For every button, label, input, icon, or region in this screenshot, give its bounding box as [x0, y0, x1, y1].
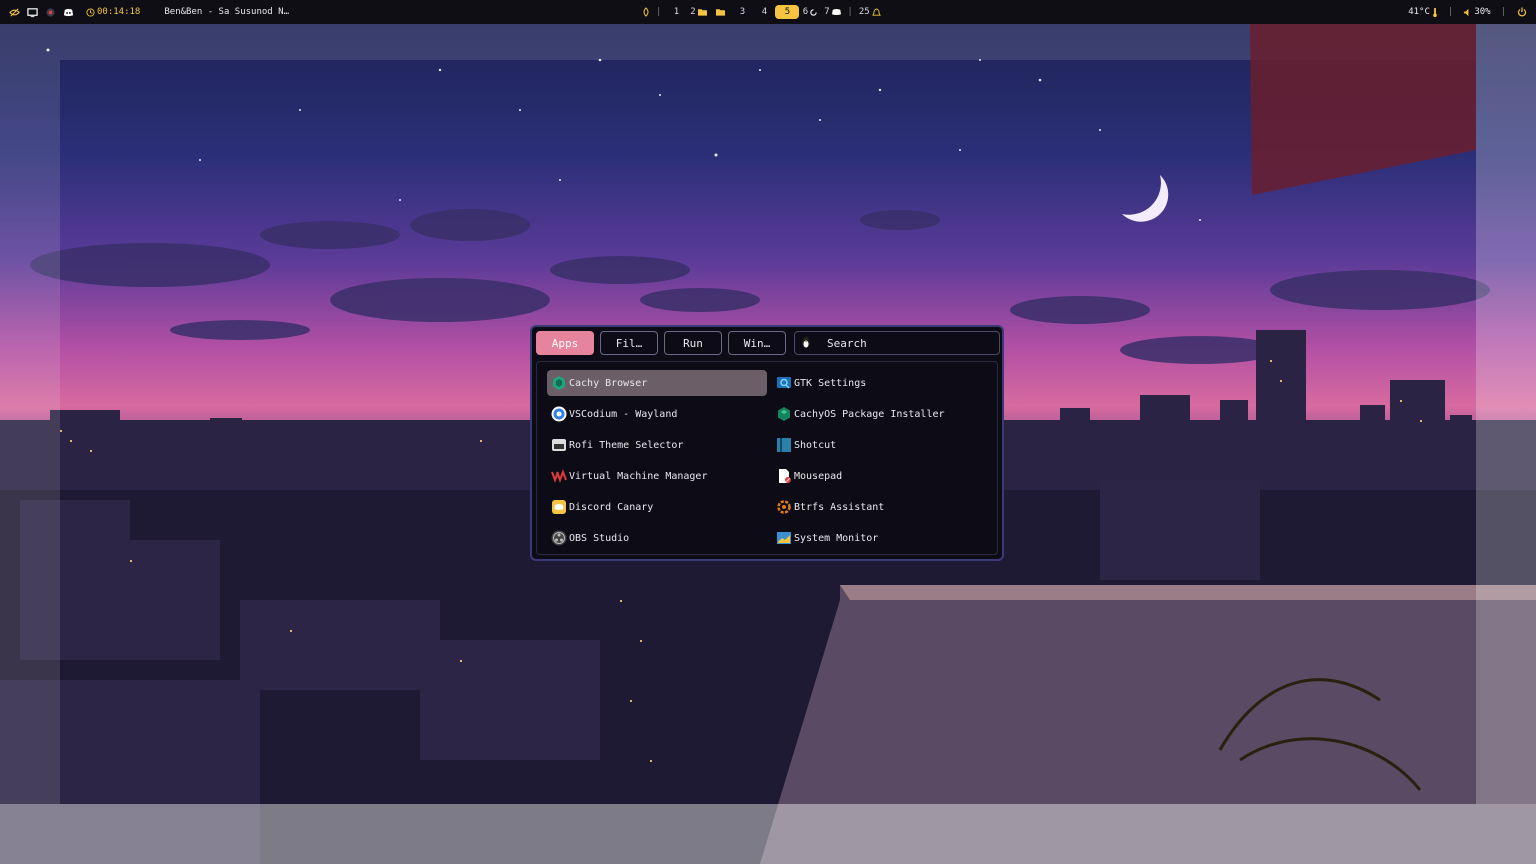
item-label: Cachy Browser: [569, 377, 648, 389]
workspace-5[interactable]: 5: [775, 5, 800, 19]
discord-canary-icon: [551, 499, 567, 515]
workspace-2b[interactable]: [709, 5, 731, 19]
workspace-4-label: 4: [761, 7, 768, 17]
item-label: Btrfs Assistant: [794, 501, 885, 513]
package-installer-icon: [776, 406, 792, 422]
item-label: CachyOS Package Installer: [794, 408, 945, 420]
workspace-2-label: 2: [690, 7, 696, 17]
power-profile-icon[interactable]: [640, 6, 652, 18]
volume-value: 30%: [1474, 7, 1491, 17]
folder-open-icon: [715, 9, 725, 16]
discord-icon: [831, 9, 841, 15]
thermometer-icon: [1433, 7, 1437, 17]
separator: |: [1447, 7, 1454, 17]
list-item-vscodium[interactable]: VSCodium - Wayland: [547, 401, 767, 427]
list-item-discord-canary[interactable]: Discord Canary: [547, 494, 767, 520]
workspace-6[interactable]: 6: [799, 5, 821, 19]
system-monitor-icon: [776, 530, 792, 546]
bell-icon: [871, 7, 881, 16]
workspace-7[interactable]: 7: [821, 5, 843, 19]
workspace-6-label: 6: [802, 7, 809, 17]
volume-icon: [1464, 8, 1469, 16]
eye-off-icon[interactable]: [8, 6, 20, 18]
item-label: OBS Studio: [569, 532, 630, 544]
vmm-icon: [551, 468, 567, 484]
list-item-cachyos-package-installer[interactable]: CachyOS Package Installer: [772, 401, 992, 427]
vscodium-icon: [551, 406, 567, 422]
shotcut-icon: [776, 437, 792, 453]
clock-time: 00:14:18: [97, 7, 141, 17]
item-label: Mousepad: [794, 470, 843, 482]
item-label: System Monitor: [794, 532, 879, 544]
media-title[interactable]: Ben&Ben - Sa Susunod N…: [164, 7, 289, 17]
temperature-value: 41°C: [1408, 7, 1430, 17]
monitor-icon[interactable]: [26, 6, 38, 18]
list-item-system-monitor[interactable]: System Monitor: [772, 525, 992, 551]
list-item-cachy-browser[interactable]: Cachy Browser: [547, 370, 767, 396]
temperature[interactable]: 41°C: [1408, 7, 1438, 17]
workspace-7-label: 7: [824, 7, 830, 17]
item-label: Rofi Theme Selector: [569, 439, 684, 451]
list-item-shotcut[interactable]: Shotcut: [772, 432, 992, 458]
search-label: Search: [827, 336, 867, 350]
tab-apps[interactable]: Apps: [536, 331, 594, 355]
discord-tray-icon[interactable]: [62, 6, 74, 18]
mode-tabs: Apps Fil… Run Win…: [536, 331, 786, 355]
workspace-4[interactable]: 4: [753, 5, 775, 19]
item-label: GTK Settings: [794, 377, 867, 389]
rofi-icon: [551, 437, 567, 453]
list-item-mousepad[interactable]: Mousepad: [772, 463, 992, 489]
list-item-btrfs-assistant[interactable]: Btrfs Assistant: [772, 494, 992, 520]
recording-icon[interactable]: [44, 6, 56, 18]
mousepad-icon: [776, 468, 792, 484]
tab-windows[interactable]: Win…: [728, 331, 786, 355]
tab-files[interactable]: Fil…: [600, 331, 658, 355]
list-item-gtk-settings[interactable]: GTK Settings: [772, 370, 992, 396]
workspace-switcher: | 1 2 3 4 5 6 7 | 25: [640, 0, 883, 24]
list-item-rofi-theme-selector[interactable]: Rofi Theme Selector: [547, 432, 767, 458]
separator: |: [847, 7, 853, 17]
workspace-2[interactable]: 2: [687, 5, 709, 19]
workspace-3-label: 3: [739, 7, 746, 17]
item-label: Virtual Machine Manager: [569, 470, 708, 482]
notification-count: 25: [858, 7, 870, 17]
workspace-1-label: 1: [673, 7, 680, 17]
search-input[interactable]: Search: [794, 331, 1000, 355]
list-item-virtual-machine-manager[interactable]: Virtual Machine Manager: [547, 463, 767, 489]
obs-icon: [551, 530, 567, 546]
tab-run[interactable]: Run: [664, 331, 722, 355]
clock[interactable]: 00:14:18: [86, 7, 140, 17]
app-list: Cachy Browser VSCodium - Wayland Rofi Th…: [536, 361, 998, 555]
item-label: Discord Canary: [569, 501, 654, 513]
workspace-1[interactable]: 1: [665, 5, 687, 19]
separator: |: [1500, 7, 1506, 17]
folder-icon: [697, 9, 707, 16]
volume[interactable]: 30%: [1463, 7, 1491, 17]
list-item-obs-studio[interactable]: OBS Studio: [547, 525, 767, 551]
workspace-5-label: 5: [784, 7, 791, 17]
refresh-icon: [810, 8, 817, 16]
top-status-bar: 00:14:18 Ben&Ben - Sa Susunod N… | 1 2 3…: [0, 0, 1536, 24]
separator: |: [656, 7, 662, 17]
item-label: Shotcut: [794, 439, 837, 451]
app-launcher: Apps Fil… Run Win… Search Cachy Browser …: [530, 325, 1004, 561]
btrfs-icon: [776, 499, 792, 515]
clock-icon: [86, 7, 95, 17]
workspace-3[interactable]: 3: [731, 5, 753, 19]
penguin-icon: [795, 336, 817, 351]
gtk-settings-icon: [776, 375, 792, 391]
item-label: VSCodium - Wayland: [569, 408, 678, 420]
cachy-browser-icon: [551, 375, 567, 391]
power-icon[interactable]: [1516, 6, 1528, 18]
notifications[interactable]: 25: [857, 5, 883, 19]
